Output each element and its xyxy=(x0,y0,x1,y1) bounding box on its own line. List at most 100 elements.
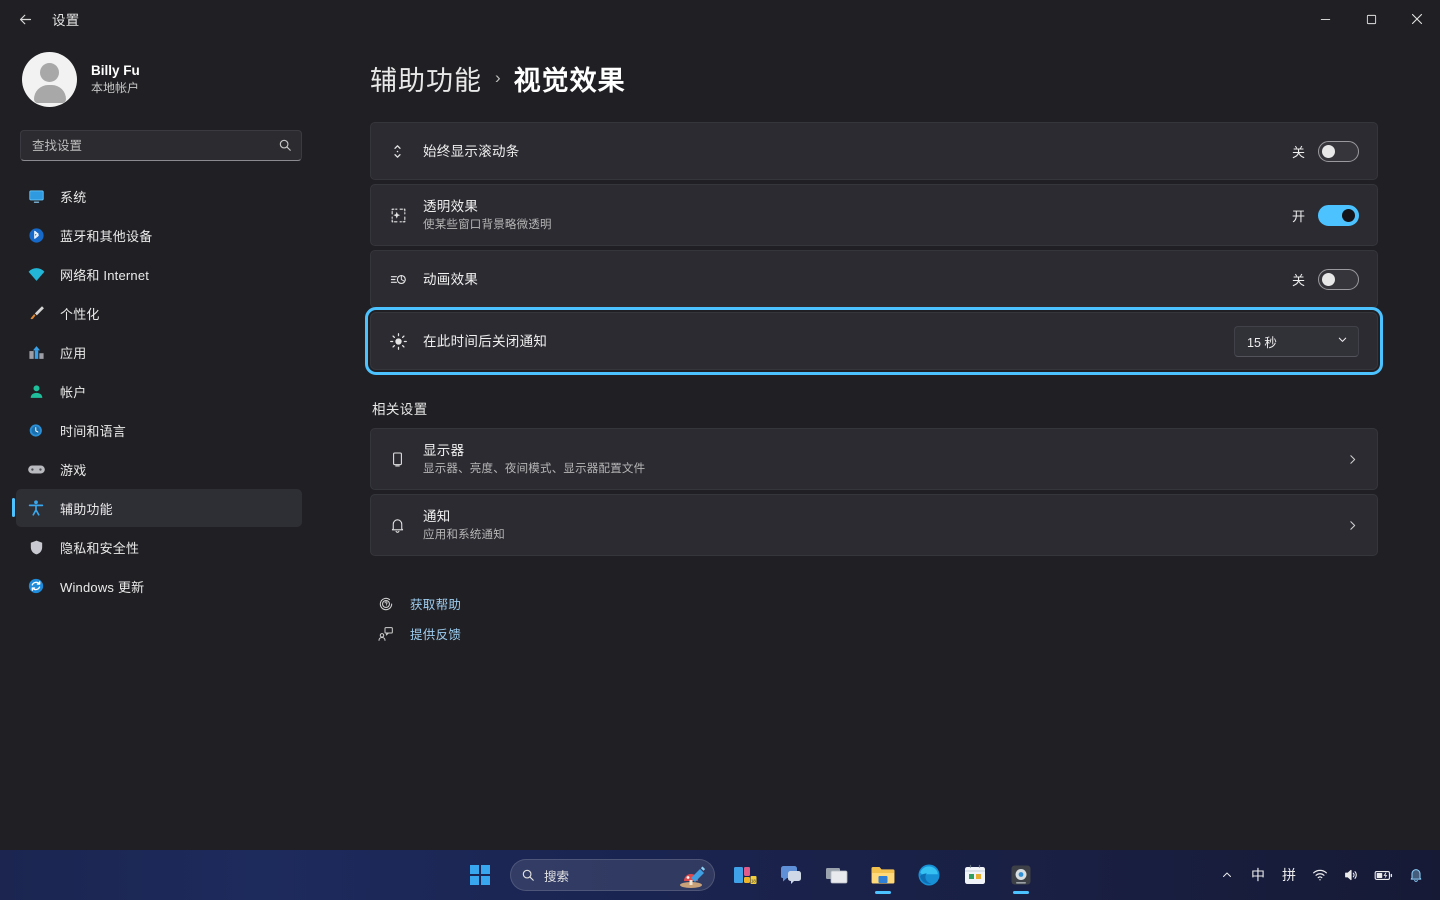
sidebar-item-label: Windows 更新 xyxy=(60,577,144,596)
setting-row-dismiss-notifications-after[interactable]: 在此时间后关闭通知 15 秒 xyxy=(370,312,1378,370)
footer-links: 获取帮助 提供反馈 xyxy=(376,594,1378,643)
related-title: 显示器 xyxy=(423,441,1346,460)
sidebar-item-gaming[interactable]: 游戏 xyxy=(16,450,302,488)
search-icon xyxy=(278,138,292,157)
chevron-right-icon xyxy=(1346,519,1359,532)
sidebar-item-accessibility[interactable]: 辅助功能 xyxy=(16,489,302,527)
avatar xyxy=(22,52,77,107)
update-icon xyxy=(26,576,46,596)
setting-title: 透明效果 xyxy=(423,197,1292,216)
sidebar-item-privacy-security[interactable]: 隐私和安全性 xyxy=(16,528,302,566)
taskbar-search[interactable]: 搜索 xyxy=(510,859,715,891)
taskbar-widgets-icon[interactable]: 18 xyxy=(725,855,765,895)
scrollbar-icon xyxy=(389,142,419,161)
setting-subtitle: 使某些窗口背景略微透明 xyxy=(423,217,1292,233)
battery-tray-icon[interactable] xyxy=(1368,857,1399,893)
sidebar-item-apps[interactable]: 应用 xyxy=(16,333,302,371)
taskbar-center-group: 搜索 1 xyxy=(460,850,1041,900)
page-title: 视觉效果 xyxy=(514,59,626,98)
monitor-icon xyxy=(26,186,46,206)
ime-pinyin-icon[interactable]: 拼 xyxy=(1275,857,1303,893)
toggle-state-label: 开 xyxy=(1292,206,1305,225)
related-subtitle: 显示器、亮度、夜间模式、显示器配置文件 xyxy=(423,461,1346,477)
account-subtitle: 本地帐户 xyxy=(91,80,140,97)
sidebar-item-time-language[interactable]: 时间和语言 xyxy=(16,411,302,449)
breadcrumb-separator-icon: › xyxy=(495,68,501,88)
sidebar-item-label: 个性化 xyxy=(60,304,100,323)
accessibility-icon xyxy=(26,498,46,518)
gamepad-icon xyxy=(26,459,46,479)
taskbar-task-view-icon[interactable] xyxy=(817,855,857,895)
visual-effects-list: 始终显示滚动条 关 透明效 xyxy=(370,122,1378,370)
taskbar-chat-icon[interactable] xyxy=(771,855,811,895)
related-subtitle: 应用和系统通知 xyxy=(423,527,1346,543)
setting-row-always-show-scrollbars[interactable]: 始终显示滚动条 关 xyxy=(370,122,1378,180)
sidebar-item-label: 系统 xyxy=(60,187,86,206)
toggle-animation-effects[interactable] xyxy=(1318,269,1359,290)
link-label: 提供反馈 xyxy=(410,624,461,643)
toggle-transparency-effects[interactable] xyxy=(1318,205,1359,226)
title-bar: 设置 xyxy=(0,0,1440,38)
wifi-icon xyxy=(26,264,46,284)
feedback-icon xyxy=(376,626,396,642)
breadcrumb-parent[interactable]: 辅助功能 xyxy=(370,59,482,98)
link-give-feedback[interactable]: 提供反馈 xyxy=(376,624,1378,643)
related-row-notifications[interactable]: 通知 应用和系统通知 xyxy=(370,494,1378,556)
ime-mode-icon[interactable]: 中 xyxy=(1244,857,1272,893)
window-controls xyxy=(1302,0,1440,38)
sidebar-item-label: 网络和 Internet xyxy=(60,265,149,284)
related-row-display[interactable]: 显示器 显示器、亮度、夜间模式、显示器配置文件 xyxy=(370,428,1378,490)
taskbar-search-placeholder: 搜索 xyxy=(544,866,569,885)
taskbar-file-explorer-icon[interactable] xyxy=(863,855,903,895)
sidebar-item-label: 应用 xyxy=(60,343,86,362)
taskbar-store-icon[interactable] xyxy=(955,855,995,895)
account-icon xyxy=(26,381,46,401)
setting-row-animation-effects[interactable]: 动画效果 关 xyxy=(370,250,1378,308)
sidebar-item-windows-update[interactable]: Windows 更新 xyxy=(16,567,302,605)
shield-icon xyxy=(26,537,46,557)
notification-bell-icon[interactable] xyxy=(1402,857,1430,893)
back-button[interactable] xyxy=(8,4,42,34)
taskbar-edge-icon[interactable] xyxy=(909,855,949,895)
taskbar: 搜索 1 xyxy=(0,850,1440,900)
bell-icon xyxy=(389,516,419,535)
clock-icon xyxy=(26,420,46,440)
taskbar-settings-icon[interactable] xyxy=(1001,855,1041,895)
settings-content: 始终显示滚动条 关 透明效 xyxy=(370,122,1378,643)
sidebar-item-label: 辅助功能 xyxy=(60,499,113,518)
toggle-state-label: 关 xyxy=(1292,142,1305,161)
minimize-button[interactable] xyxy=(1302,0,1348,38)
toggle-always-show-scrollbars[interactable] xyxy=(1318,141,1359,162)
help-icon xyxy=(376,596,396,612)
sidebar-nav: 系统 蓝牙和其他设备 网络和 Internet 个性化 xyxy=(12,177,306,605)
brush-icon xyxy=(26,303,46,323)
system-tray: 中 拼 xyxy=(1213,850,1430,900)
sidebar-item-system[interactable]: 系统 xyxy=(16,177,302,215)
sidebar-item-bluetooth[interactable]: 蓝牙和其他设备 xyxy=(16,216,302,254)
setting-title: 在此时间后关闭通知 xyxy=(423,332,1234,351)
setting-row-transparency-effects[interactable]: 透明效果 使某些窗口背景略微透明 开 xyxy=(370,184,1378,246)
volume-tray-icon[interactable] xyxy=(1337,857,1365,893)
close-button[interactable] xyxy=(1394,0,1440,38)
related-settings-heading: 相关设置 xyxy=(372,398,1378,418)
sidebar-item-accounts[interactable]: 帐户 xyxy=(16,372,302,410)
search-input[interactable] xyxy=(21,131,301,160)
link-get-help[interactable]: 获取帮助 xyxy=(376,594,1378,613)
related-settings-list: 显示器 显示器、亮度、夜间模式、显示器配置文件 xyxy=(370,428,1378,556)
chevron-right-icon xyxy=(1346,453,1359,466)
dropdown-dismiss-notifications-after[interactable]: 15 秒 xyxy=(1234,326,1359,357)
chevron-up-icon[interactable] xyxy=(1213,857,1241,893)
sidebar-item-label: 游戏 xyxy=(60,460,86,479)
sidebar-item-network[interactable]: 网络和 Internet xyxy=(16,255,302,293)
sidebar-item-label: 隐私和安全性 xyxy=(60,538,139,557)
search-box[interactable] xyxy=(20,130,302,161)
wifi-tray-icon[interactable] xyxy=(1306,857,1334,893)
sidebar-item-personalization[interactable]: 个性化 xyxy=(16,294,302,332)
bluetooth-icon xyxy=(26,225,46,245)
search-illustration-icon xyxy=(678,863,708,894)
search-icon xyxy=(521,868,535,882)
maximize-button[interactable] xyxy=(1348,0,1394,38)
sidebar-item-label: 时间和语言 xyxy=(60,421,126,440)
account-tile[interactable]: Billy Fu 本地帐户 xyxy=(12,38,306,117)
start-button[interactable] xyxy=(460,855,500,895)
